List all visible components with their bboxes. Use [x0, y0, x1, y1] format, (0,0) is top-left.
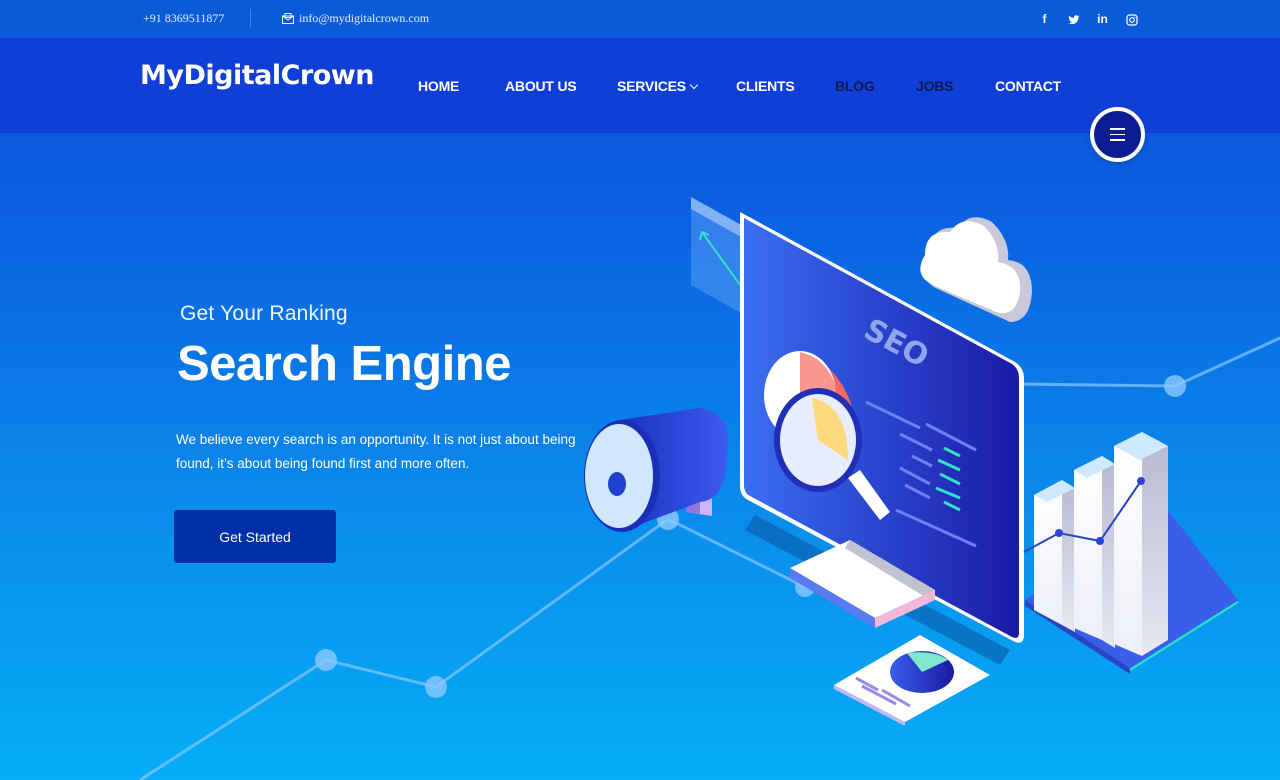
- nav-blog[interactable]: BLOG: [835, 78, 875, 94]
- social-links: f in: [1030, 10, 1146, 28]
- linkedin-icon: in: [1097, 12, 1108, 26]
- logo-part-1: MyDigital: [140, 60, 281, 91]
- hero-subtitle: Get Your Ranking: [180, 302, 348, 325]
- menu-toggle-button[interactable]: [1090, 107, 1145, 162]
- nav-about-us[interactable]: ABOUT US: [505, 78, 577, 94]
- chevron-down-icon: [689, 80, 699, 90]
- floating-chart-panel: [691, 197, 786, 338]
- email-link[interactable]: info@mydigitalcrown.com: [282, 11, 429, 26]
- hero-title: Search Engine: [177, 337, 511, 391]
- facebook-icon: f: [1042, 12, 1047, 26]
- phone-number[interactable]: +91 8369511877: [143, 11, 224, 26]
- nav-home[interactable]: HOME: [418, 78, 459, 94]
- envelope-icon: [282, 13, 294, 24]
- hamburger-icon: [1110, 126, 1125, 143]
- hero-description: We believe every search is an opportunit…: [176, 432, 576, 471]
- nav-contact[interactable]: CONTACT: [995, 78, 1061, 94]
- document-pie-chart: [834, 635, 990, 726]
- nav-jobs[interactable]: JOBS: [916, 78, 954, 94]
- divider: [250, 9, 251, 27]
- logo-part-2: Crown: [280, 60, 375, 91]
- get-started-button[interactable]: Get Started: [174, 510, 336, 563]
- nav-clients[interactable]: CLIENTS: [736, 78, 795, 94]
- main-navbar: MyDigitalCrown HOME ABOUT US SERVICES CL…: [0, 38, 1280, 134]
- monitor: SEO: [740, 212, 1024, 643]
- email-text: info@mydigitalcrown.com: [299, 11, 430, 25]
- linkedin-link[interactable]: in: [1088, 10, 1117, 28]
- keyboard: [790, 540, 935, 628]
- nav-services[interactable]: SERVICES: [617, 78, 699, 94]
- top-contact-bar: +91 8369511877 info@mydigitalcrown.com f…: [0, 0, 1280, 38]
- facebook-link[interactable]: f: [1030, 10, 1059, 28]
- twitter-icon: [1068, 15, 1079, 24]
- cloud: [920, 217, 1032, 322]
- twitter-link[interactable]: [1059, 10, 1088, 28]
- megaphone: [584, 408, 728, 532]
- trend-line-points: [315, 375, 1186, 698]
- bar-chart-3d: [1023, 432, 1239, 674]
- instagram-link[interactable]: [1117, 10, 1146, 28]
- screen-seo-label: SEO: [858, 312, 934, 375]
- nav-services-label: SERVICES: [617, 78, 686, 94]
- site-logo[interactable]: MyDigitalCrown: [140, 60, 374, 91]
- instagram-icon: [1125, 14, 1138, 26]
